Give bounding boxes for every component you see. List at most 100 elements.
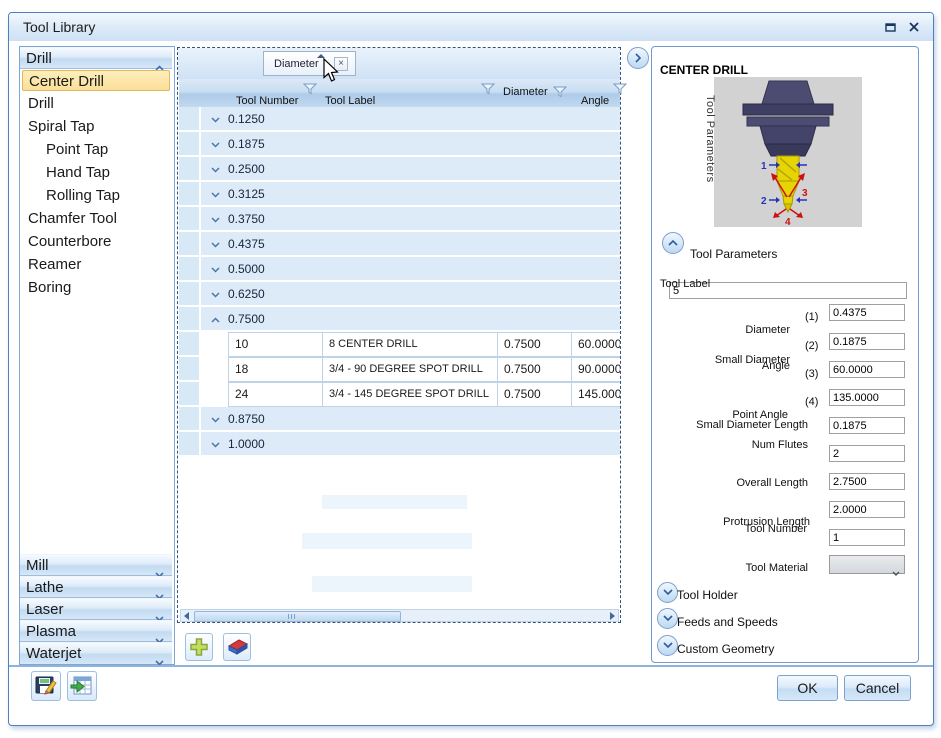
- export-library-button[interactable]: [67, 671, 97, 701]
- chevron-up-icon[interactable]: [211, 310, 220, 328]
- tool-parameters-collapse-button[interactable]: [662, 232, 684, 254]
- group-row-expanded[interactable]: 0.7500: [179, 307, 620, 332]
- group-by-chip-diameter[interactable]: Diameter ×: [263, 51, 356, 76]
- tool-material-dropdown[interactable]: [829, 555, 905, 574]
- column-header-angle[interactable]: Angle: [581, 95, 609, 107]
- section-tool-holder[interactable]: Tool Holder: [677, 588, 738, 602]
- scrollbar-grip: [291, 614, 292, 619]
- cell-tool-label[interactable]: 8 CENTER DRILL: [322, 332, 498, 357]
- group-row[interactable]: 0.6250: [179, 282, 620, 307]
- scroll-left-icon[interactable]: [184, 612, 189, 620]
- chevron-down-icon[interactable]: [211, 235, 220, 253]
- group-row[interactable]: 0.4375: [179, 232, 620, 257]
- cell-diameter[interactable]: 0.7500: [497, 357, 572, 382]
- sidebar-item-spiral-tap[interactable]: Spiral Tap: [28, 116, 94, 137]
- column-header-diameter[interactable]: Diameter: [503, 86, 548, 98]
- filter-icon[interactable]: [303, 83, 317, 95]
- sidebar-item-boring[interactable]: Boring: [28, 277, 71, 298]
- protrusion-length-input[interactable]: [829, 501, 905, 518]
- angle-input[interactable]: [829, 361, 905, 378]
- tree-item-label: Hand Tap: [46, 164, 110, 181]
- section-custom-geometry[interactable]: Custom Geometry: [677, 642, 774, 656]
- sidebar-group-lathe[interactable]: Lathe: [20, 576, 172, 598]
- diameter-input[interactable]: [829, 304, 905, 321]
- table-row[interactable]: 10 8 CENTER DRILL 0.7500 60.0000: [179, 332, 620, 357]
- num-flutes-input[interactable]: [829, 445, 905, 462]
- tool-number-input[interactable]: [829, 529, 905, 546]
- chevron-down-icon[interactable]: [211, 160, 220, 178]
- horizontal-scrollbar[interactable]: [180, 609, 619, 622]
- ok-button[interactable]: OK: [777, 675, 838, 701]
- add-tool-button[interactable]: [185, 633, 213, 661]
- group-value: 0.3750: [228, 212, 265, 226]
- column-header-tool-label[interactable]: Tool Label: [325, 95, 375, 107]
- chevron-down-icon[interactable]: [211, 285, 220, 303]
- sidebar-group-waterjet[interactable]: Waterjet: [20, 642, 172, 664]
- sidebar-item-rolling-tap[interactable]: Rolling Tap: [46, 185, 120, 206]
- group-row[interactable]: 1.0000: [179, 432, 620, 457]
- table-row[interactable]: 18 3/4 - 90 DEGREE SPOT DRILL 0.7500 90.…: [179, 357, 620, 382]
- cell-angle[interactable]: 145.0000: [571, 382, 620, 407]
- cell-diameter[interactable]: 0.7500: [497, 382, 572, 407]
- group-by-bar[interactable]: Diameter ×: [178, 48, 620, 79]
- chevron-down-icon[interactable]: [211, 435, 220, 453]
- group-row[interactable]: 0.5000: [179, 257, 620, 282]
- sidebar-item-counterbore[interactable]: Counterbore: [28, 231, 111, 252]
- cell-tool-label[interactable]: 3/4 - 145 DEGREE SPOT DRILL: [322, 382, 498, 407]
- sidebar-group-mill[interactable]: Mill: [20, 554, 172, 576]
- point-angle-input[interactable]: [829, 389, 905, 406]
- sidebar-item-drill[interactable]: Drill: [28, 93, 54, 114]
- group-row[interactable]: 0.3750: [179, 207, 620, 232]
- sidebar-item-reamer[interactable]: Reamer: [28, 254, 81, 275]
- chevron-down-icon[interactable]: [211, 185, 220, 203]
- table-row[interactable]: 24 3/4 - 145 DEGREE SPOT DRILL 0.7500 14…: [179, 382, 620, 407]
- filter-icon[interactable]: [613, 83, 627, 95]
- sidebar-item-point-tap[interactable]: Point Tap: [46, 139, 108, 160]
- group-row[interactable]: 0.1875: [179, 132, 620, 157]
- column-header-tool-number[interactable]: Tool Number: [236, 95, 298, 107]
- filter-icon[interactable]: [553, 86, 567, 98]
- sidebar-item-chamfer-tool[interactable]: Chamfer Tool: [28, 208, 117, 229]
- chevron-down-icon[interactable]: [211, 260, 220, 278]
- small-diameter-length-input[interactable]: [829, 417, 905, 434]
- sidebar-group-plasma[interactable]: Plasma: [20, 620, 172, 642]
- chevron-down-icon[interactable]: [211, 135, 220, 153]
- filter-icon[interactable]: [481, 83, 495, 95]
- cell-tool-number[interactable]: 24: [228, 382, 323, 407]
- cell-angle[interactable]: 90.0000: [571, 357, 620, 382]
- chevron-down-icon[interactable]: [211, 110, 220, 128]
- sidebar-item-center-drill[interactable]: Center Drill: [22, 70, 170, 91]
- tree-item-label: Counterbore: [28, 233, 111, 250]
- cell-diameter[interactable]: 0.7500: [497, 332, 572, 357]
- screen: Tool Library Drill Center Drill Drill Sp…: [0, 0, 941, 738]
- close-button[interactable]: [905, 19, 923, 35]
- title-bar[interactable]: Tool Library: [9, 13, 933, 41]
- cell-tool-label[interactable]: 3/4 - 90 DEGREE SPOT DRILL: [322, 357, 498, 382]
- overall-length-input[interactable]: [829, 473, 905, 490]
- save-library-button[interactable]: [31, 671, 61, 701]
- sidebar-group-label: Mill: [26, 557, 49, 574]
- scrollbar-thumb[interactable]: [194, 611, 401, 622]
- chevron-down-icon[interactable]: [211, 210, 220, 228]
- cell-tool-number[interactable]: 10: [228, 332, 323, 357]
- sidebar-item-hand-tap[interactable]: Hand Tap: [46, 162, 110, 183]
- feeds-and-speeds-expand-button[interactable]: [657, 608, 678, 629]
- chevron-down-icon[interactable]: [211, 410, 220, 428]
- group-row[interactable]: 0.3125: [179, 182, 620, 207]
- group-row[interactable]: 0.2500: [179, 157, 620, 182]
- cell-angle[interactable]: 60.0000: [571, 332, 620, 357]
- delete-tool-button[interactable]: [223, 633, 251, 661]
- cancel-button[interactable]: Cancel: [844, 675, 911, 701]
- section-feeds-and-speeds[interactable]: Feeds and Speeds: [677, 615, 778, 629]
- small-diameter-input[interactable]: [829, 333, 905, 350]
- custom-geometry-expand-button[interactable]: [657, 635, 678, 656]
- cell-tool-number[interactable]: 18: [228, 357, 323, 382]
- group-row[interactable]: 0.1250: [179, 107, 620, 132]
- collapse-panel-button[interactable]: [627, 47, 649, 69]
- group-row[interactable]: 0.8750: [179, 407, 620, 432]
- sidebar-group-drill[interactable]: Drill: [20, 47, 172, 69]
- tool-holder-expand-button[interactable]: [657, 582, 678, 603]
- maximize-button[interactable]: [881, 19, 899, 35]
- sidebar-group-laser[interactable]: Laser: [20, 598, 172, 620]
- scroll-right-icon[interactable]: [610, 612, 615, 620]
